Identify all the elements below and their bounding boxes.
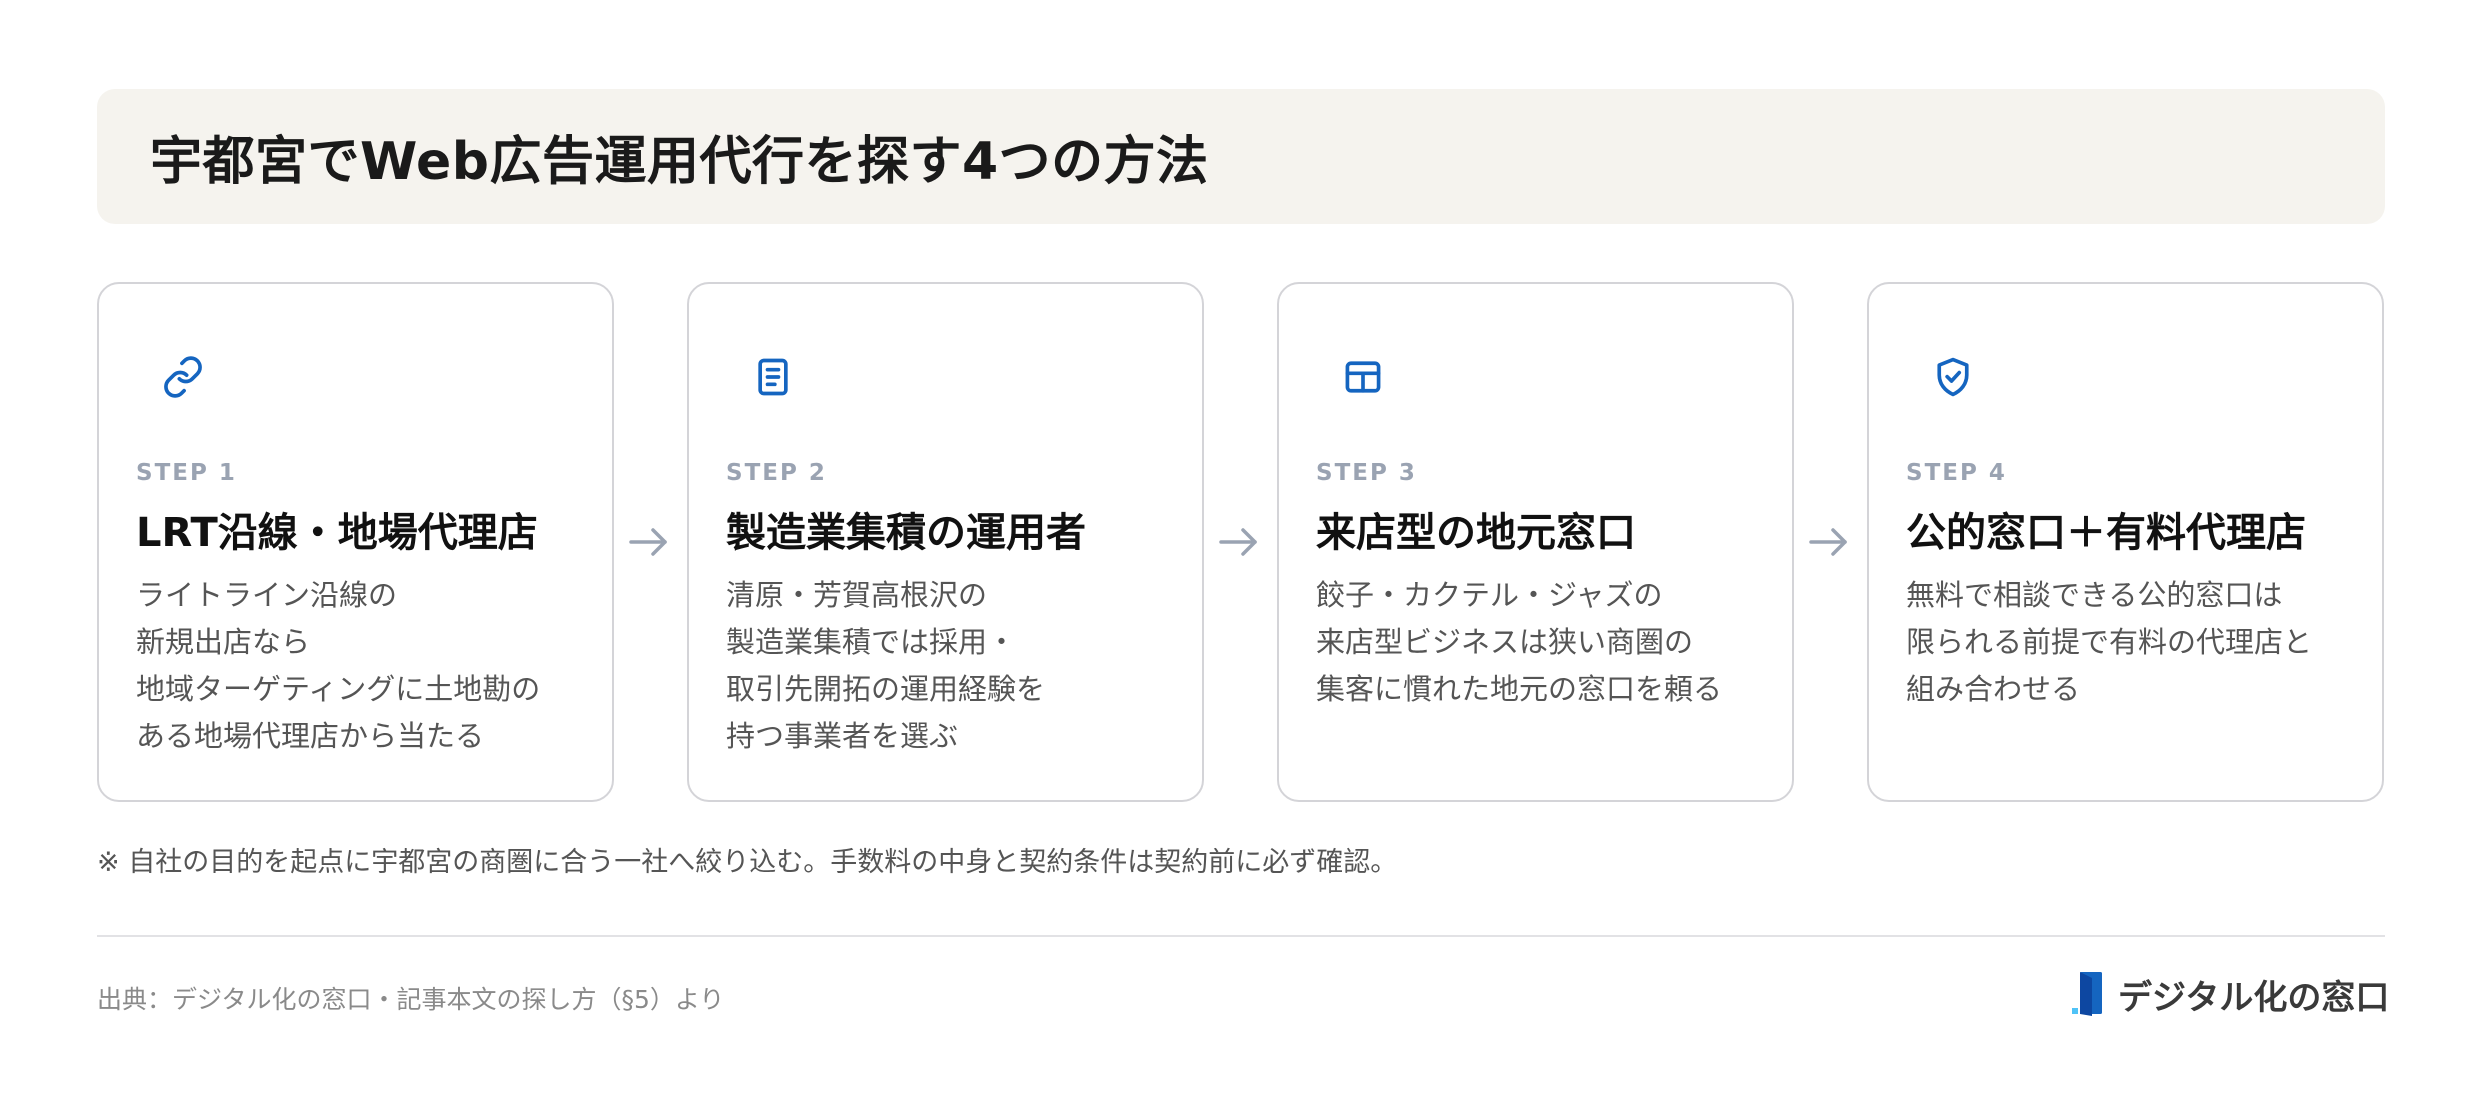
step-label: STEP 3 [1316,460,1417,486]
step-title: 公的窓口＋有料代理店 [1906,510,2306,556]
brand-name: デジタル化の窓口 [2118,977,2390,1018]
step-description-line: 集客に慣れた地元の窓口を頼る [1316,672,1723,706]
step-description-line: 取引先開拓の運用経験を [726,672,1046,706]
arrow-right-icon [1217,524,1261,560]
step-card-1: STEP 1 LRT沿線・地場代理店 ライトライン沿線の 新規出店なら 地域ター… [97,282,614,802]
title-band: 宇都宮でWeb広告運用代行を探す4つの方法 [97,89,2385,224]
page-title: 宇都宮でWeb広告運用代行を探す4つの方法 [150,132,1209,192]
step-card-3: STEP 3 来店型の地元窓口 餃子・カクテル・ジャズの 来店型ビジネスは狭い商… [1277,282,1794,802]
divider [97,935,2385,937]
step-card-4: STEP 4 公的窓口＋有料代理店 無料で相談できる公的窓口は 限られる前提で有… [1867,282,2384,802]
step-description-line: 製造業集積では採用・ [726,625,1017,659]
step-description: ライトライン沿線の 新規出店なら 地域ターゲティングに土地勘の ある地場代理店か… [136,572,596,760]
step-description: 餃子・カクテル・ジャズの 来店型ビジネスは狭い商圏の 集客に慣れた地元の窓口を頼… [1316,572,1776,713]
step-description-line: ライトライン沿線の [136,578,398,612]
step-label: STEP 2 [726,460,827,486]
step-title: 製造業集積の運用者 [726,510,1086,556]
step-description-line: 新規出店なら [136,625,311,659]
step-description-line: 無料で相談できる公的窓口は [1906,578,2283,612]
step-description-line: 来店型ビジネスは狭い商圏の [1316,625,1694,659]
arrow-right-icon [1807,524,1851,560]
step-description-line: 地域ターゲティングに土地勘の [136,672,541,706]
link-icon [161,355,205,399]
step-description-line: ある地場代理店から当たる [136,719,485,753]
brand-mark-icon [2068,970,2108,1018]
step-label: STEP 4 [1906,460,2007,486]
brand-logo: デジタル化の窓口 [2068,970,2389,1018]
footnote: ※ 自社の目的を起点に宇都宮の商圏に合う一社へ絞り込む。手数料の中身と契約条件は… [97,847,1398,878]
source-credit: 出典：デジタル化の窓口・記事本文の探し方（§5）より [97,985,725,1014]
step-description: 清原・芳賀高根沢の 製造業集積では採用・ 取引先開拓の運用経験を 持つ事業者を選… [726,572,1186,760]
step-description: 無料で相談できる公的窓口は 限られる前提で有料の代理店と 組み合わせる [1906,572,2366,713]
document-icon [751,355,795,399]
arrow-right-icon [627,524,671,560]
step-description-line: 持つ事業者を選ぶ [726,719,959,753]
step-card-2: STEP 2 製造業集積の運用者 清原・芳賀高根沢の 製造業集積では採用・ 取引… [687,282,1204,802]
step-title: LRT沿線・地場代理店 [136,510,538,556]
step-description-line: 組み合わせる [1906,672,2081,706]
shield-check-icon [1931,355,1975,399]
step-description-line: 清原・芳賀高根沢の [726,578,988,612]
step-label: STEP 1 [136,460,237,486]
layout-icon [1341,355,1385,399]
step-description-line: 餃子・カクテル・ジャズの [1316,578,1663,612]
step-title: 来店型の地元窓口 [1316,510,1636,556]
step-description-line: 限られる前提で有料の代理店と [1906,625,2313,659]
